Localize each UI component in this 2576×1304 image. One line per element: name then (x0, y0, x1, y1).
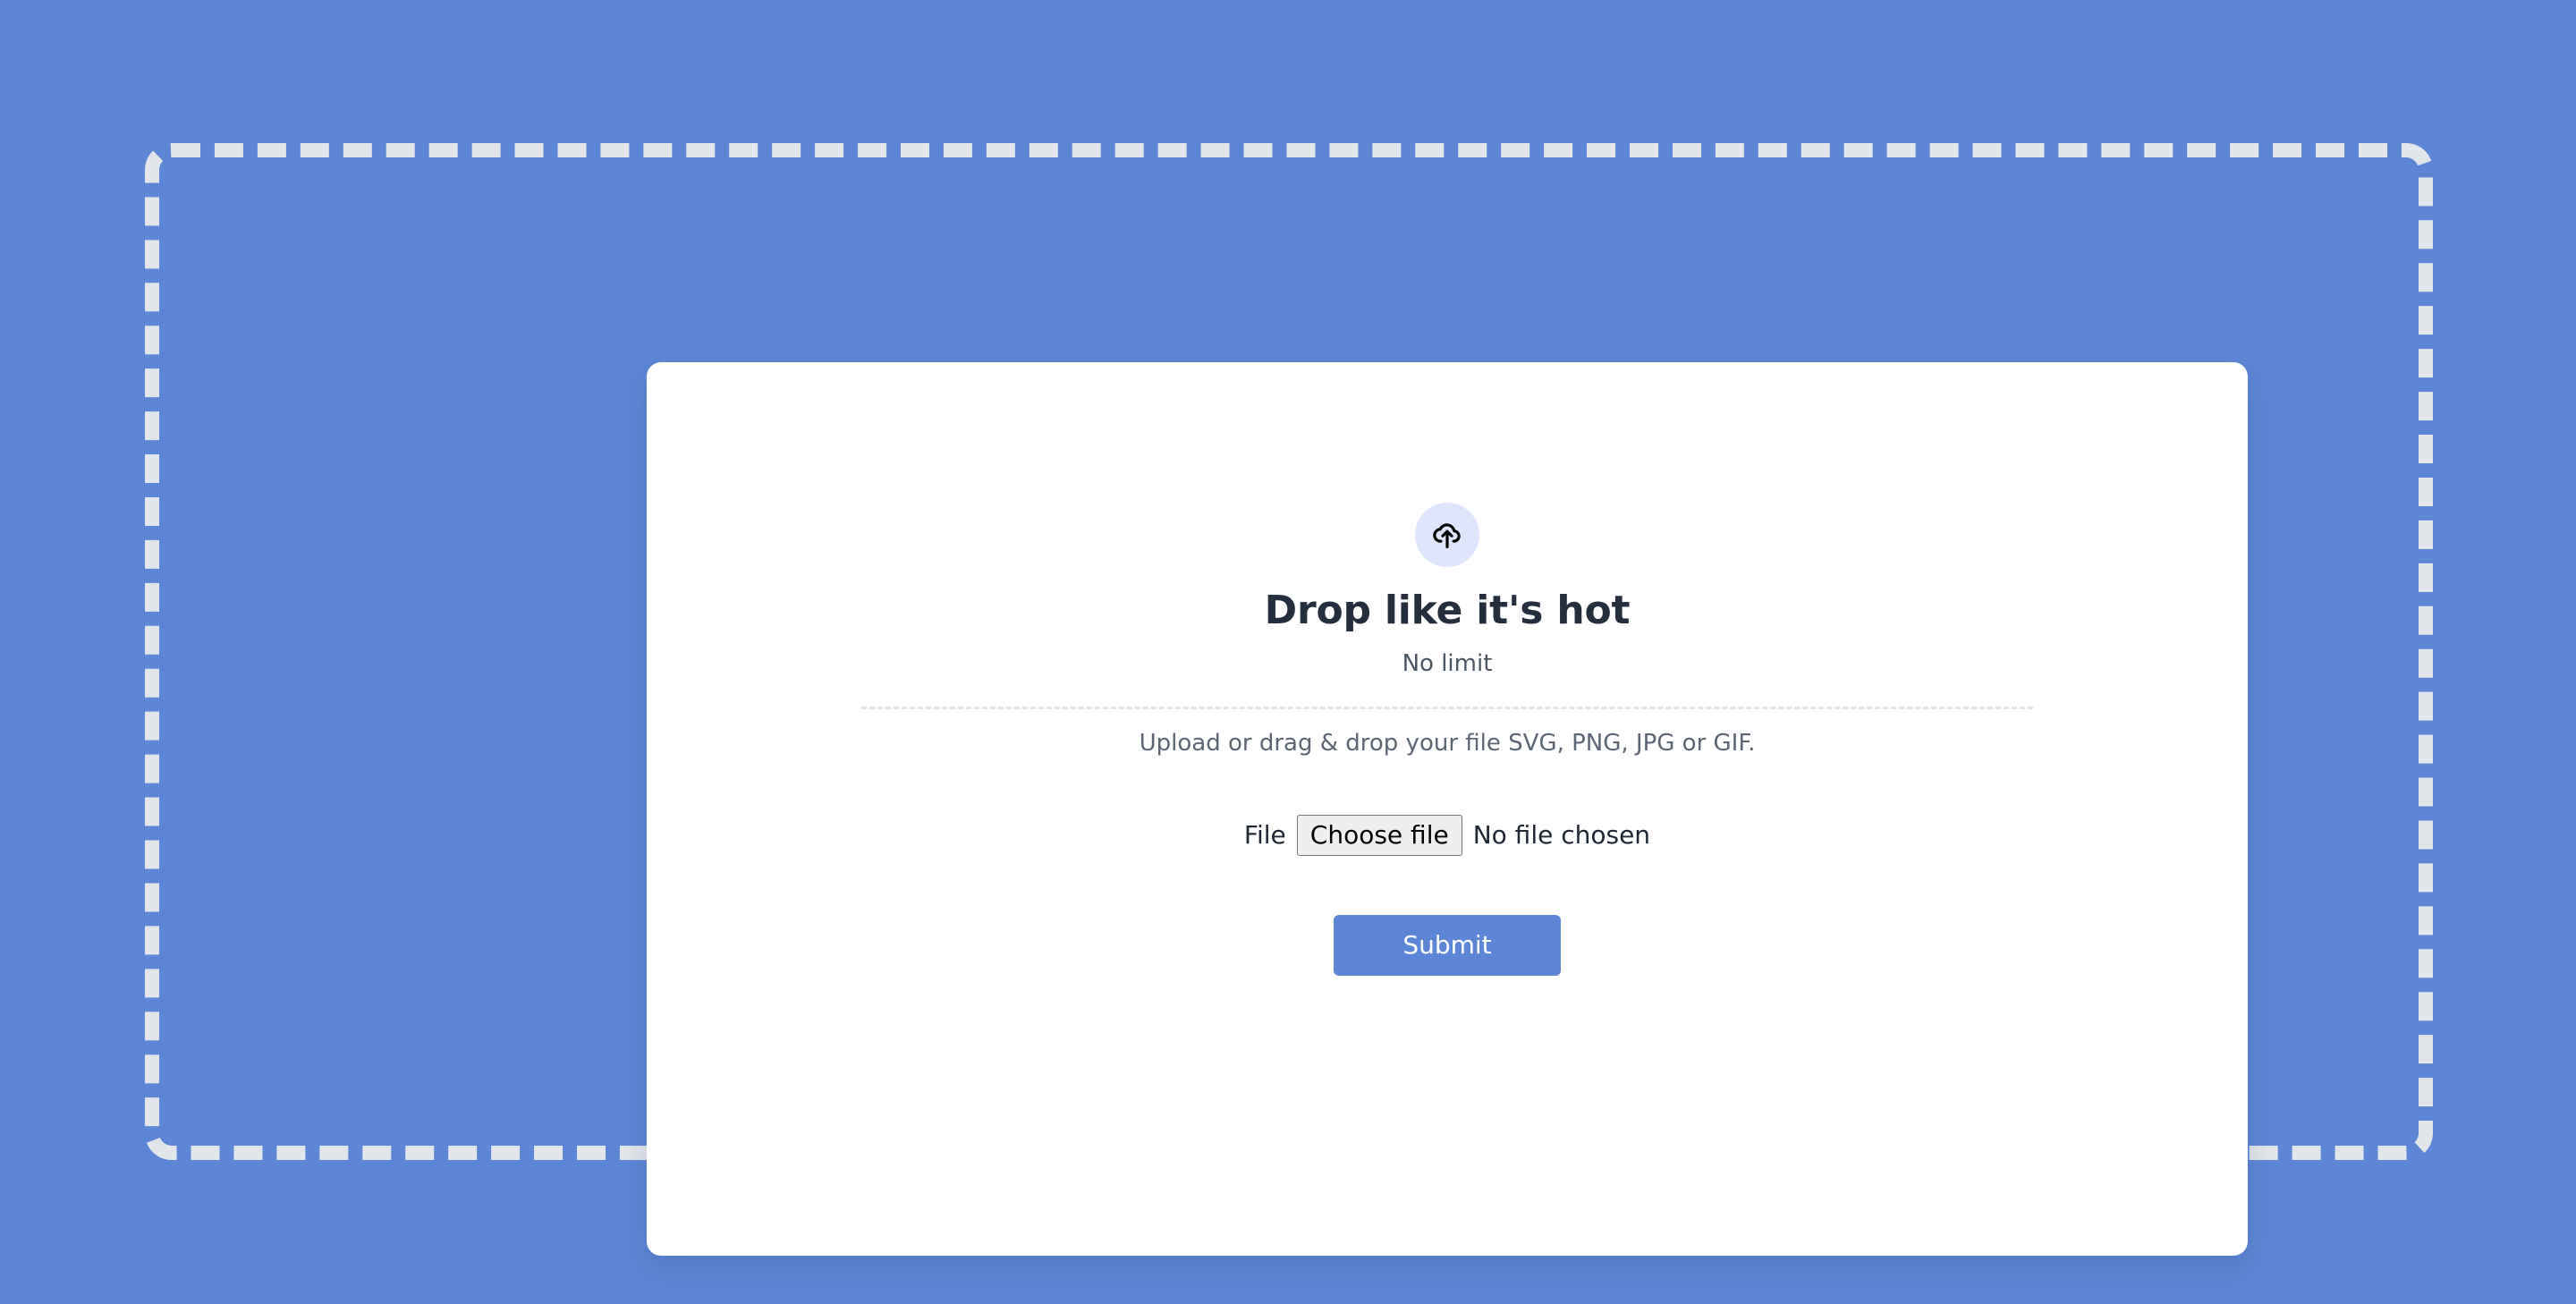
cloud-upload-icon-badge (1415, 503, 1479, 567)
choose-file-button[interactable]: Choose file (1296, 815, 1462, 857)
file-input-row: File Choose file No file chosen (1243, 815, 1651, 857)
upload-card[interactable]: Drop like it's hot No limit Upload or dr… (647, 362, 2248, 1256)
divider (861, 706, 2033, 709)
file-chosen-status: No file chosen (1472, 820, 1651, 851)
limit-subtitle: No limit (1402, 649, 1493, 677)
file-input-label: File (1243, 820, 1286, 851)
page-title: Drop like it's hot (1264, 588, 1631, 633)
submit-button[interactable]: Submit (1334, 915, 1561, 977)
cloud-upload-icon (1430, 518, 1464, 552)
upload-hint-text: Upload or drag & drop your file SVG, PNG… (1139, 729, 1756, 757)
file-dropzone[interactable]: Drop like it's hot No limit Upload or dr… (145, 143, 2433, 1256)
